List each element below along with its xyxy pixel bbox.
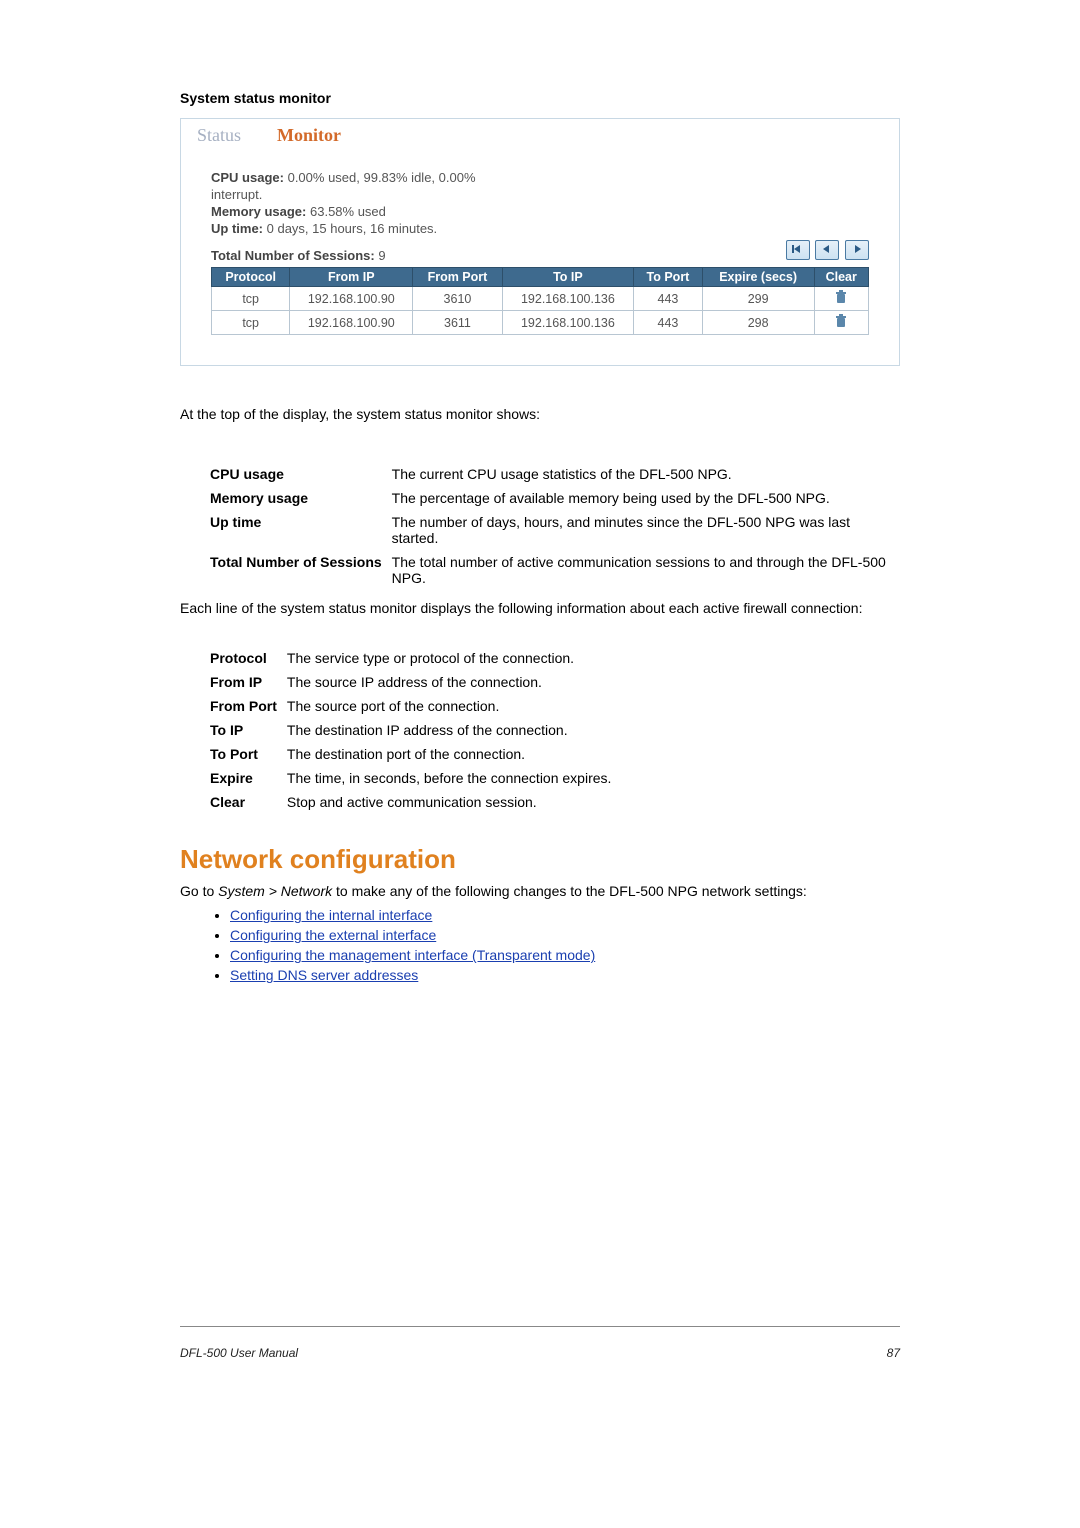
doc-link[interactable]: Configuring the external interface bbox=[230, 927, 436, 943]
col-to-port: To Port bbox=[634, 268, 703, 287]
definition-desc: The destination port of the connection. bbox=[287, 742, 622, 766]
paragraph-top-desc: At the top of the display, the system st… bbox=[180, 406, 900, 422]
definition-term: Up time bbox=[210, 510, 392, 550]
monitor-panel: Status Monitor CPU usage: 0.00% used, 99… bbox=[180, 118, 900, 366]
page-next-icon[interactable] bbox=[845, 240, 869, 260]
trash-icon[interactable] bbox=[833, 289, 849, 305]
table-row: tcp192.168.100.903611192.168.100.1364432… bbox=[212, 311, 869, 335]
definition-term: To IP bbox=[210, 718, 287, 742]
definition-row: From IPThe source IP address of the conn… bbox=[210, 670, 621, 694]
cell-from-ip: 192.168.100.90 bbox=[290, 287, 413, 311]
paragraph-cols-desc: Each line of the system status monitor d… bbox=[180, 600, 900, 616]
definition-term: Clear bbox=[210, 790, 287, 814]
tab-status[interactable]: Status bbox=[189, 123, 249, 148]
section-heading: System status monitor bbox=[180, 90, 900, 106]
cpu-usage-value: 0.00% used, 99.83% idle, 0.00% bbox=[288, 170, 476, 185]
cell-to-ip: 192.168.100.136 bbox=[502, 311, 633, 335]
cell-clear bbox=[814, 287, 869, 311]
col-protocol: Protocol bbox=[212, 268, 290, 287]
footer-divider bbox=[180, 1326, 900, 1327]
definition-row: To PortThe destination port of the conne… bbox=[210, 742, 621, 766]
definition-desc: The number of days, hours, and minutes s… bbox=[392, 510, 900, 550]
tab-monitor[interactable]: Monitor bbox=[269, 123, 349, 148]
list-item: Setting DNS server addresses bbox=[230, 967, 900, 983]
definition-term: Protocol bbox=[210, 646, 287, 670]
table-row: tcp192.168.100.903610192.168.100.1364432… bbox=[212, 287, 869, 311]
definition-desc: The time, in seconds, before the connect… bbox=[287, 766, 622, 790]
uptime-label: Up time: bbox=[211, 221, 263, 236]
definition-desc: Stop and active communication session. bbox=[287, 790, 622, 814]
definition-row: ExpireThe time, in seconds, before the c… bbox=[210, 766, 621, 790]
definition-row: ProtocolThe service type or protocol of … bbox=[210, 646, 621, 670]
definition-row: Up timeThe number of days, hours, and mi… bbox=[210, 510, 900, 550]
col-expire: Expire (secs) bbox=[702, 268, 814, 287]
cpu-usage-label: CPU usage: bbox=[211, 170, 284, 185]
cell-protocol: tcp bbox=[212, 287, 290, 311]
page-prev-icon[interactable] bbox=[815, 240, 839, 260]
definition-desc: The total number of active communication… bbox=[392, 550, 900, 590]
definition-term: To Port bbox=[210, 742, 287, 766]
network-intro: Go to System > Network to make any of th… bbox=[180, 883, 900, 899]
cell-from-ip: 192.168.100.90 bbox=[290, 311, 413, 335]
cell-from-port: 3610 bbox=[413, 287, 502, 311]
definition-row: CPU usageThe current CPU usage statistic… bbox=[210, 462, 900, 486]
col-from-port: From Port bbox=[413, 268, 502, 287]
col-clear: Clear bbox=[814, 268, 869, 287]
definition-term: Expire bbox=[210, 766, 287, 790]
cell-expire: 298 bbox=[702, 311, 814, 335]
definition-term: From Port bbox=[210, 694, 287, 718]
cell-from-port: 3611 bbox=[413, 311, 502, 335]
cell-to-port: 443 bbox=[634, 311, 703, 335]
definition-row: To IPThe destination IP address of the c… bbox=[210, 718, 621, 742]
definition-term: CPU usage bbox=[210, 462, 392, 486]
network-links-list: Configuring the internal interface Config… bbox=[230, 907, 900, 983]
definition-desc: The source port of the connection. bbox=[287, 694, 622, 718]
sessions-table: Protocol From IP From Port To IP To Port… bbox=[211, 267, 869, 335]
page-first-icon[interactable] bbox=[786, 240, 810, 260]
sessions-total-value: 9 bbox=[378, 248, 385, 263]
col-to-ip: To IP bbox=[502, 268, 633, 287]
cell-to-ip: 192.168.100.136 bbox=[502, 287, 633, 311]
definition-row: ClearStop and active communication sessi… bbox=[210, 790, 621, 814]
network-config-heading: Network configuration bbox=[180, 844, 900, 875]
definition-term: Total Number of Sessions bbox=[210, 550, 392, 590]
definition-term: Memory usage bbox=[210, 486, 392, 510]
top-defs-table: CPU usageThe current CPU usage statistic… bbox=[210, 462, 900, 590]
list-item: Configuring the external interface bbox=[230, 927, 900, 943]
definition-term: From IP bbox=[210, 670, 287, 694]
cell-clear bbox=[814, 311, 869, 335]
definition-desc: The service type or protocol of the conn… bbox=[287, 646, 622, 670]
cell-protocol: tcp bbox=[212, 311, 290, 335]
cell-to-port: 443 bbox=[634, 287, 703, 311]
list-item: Configuring the internal interface bbox=[230, 907, 900, 923]
doc-link[interactable]: Configuring the management interface (Tr… bbox=[230, 947, 595, 963]
cell-expire: 299 bbox=[702, 287, 814, 311]
doc-link[interactable]: Setting DNS server addresses bbox=[230, 967, 418, 983]
net-intro-post: to make any of the following changes to … bbox=[332, 883, 807, 899]
footer-title: DFL-500 User Manual bbox=[180, 1346, 298, 1360]
memory-usage-value: 63.58% used bbox=[310, 204, 386, 219]
list-item: Configuring the management interface (Tr… bbox=[230, 947, 900, 963]
page-number: 87 bbox=[887, 1346, 900, 1360]
definition-row: Total Number of SessionsThe total number… bbox=[210, 550, 900, 590]
col-defs-table: ProtocolThe service type or protocol of … bbox=[210, 646, 621, 814]
trash-icon[interactable] bbox=[833, 313, 849, 329]
definition-row: From PortThe source port of the connecti… bbox=[210, 694, 621, 718]
definition-desc: The current CPU usage statistics of the … bbox=[392, 462, 900, 486]
memory-usage-label: Memory usage: bbox=[211, 204, 306, 219]
doc-link[interactable]: Configuring the internal interface bbox=[230, 907, 432, 923]
col-from-ip: From IP bbox=[290, 268, 413, 287]
cpu-interrupt: interrupt. bbox=[211, 187, 869, 202]
sessions-total-label: Total Number of Sessions: bbox=[211, 248, 375, 263]
net-intro-breadcrumb: System > Network bbox=[218, 883, 332, 899]
uptime-value: 0 days, 15 hours, 16 minutes. bbox=[267, 221, 438, 236]
definition-desc: The destination IP address of the connec… bbox=[287, 718, 622, 742]
definition-desc: The percentage of available memory being… bbox=[392, 486, 900, 510]
definition-desc: The source IP address of the connection. bbox=[287, 670, 622, 694]
net-intro-pre: Go to bbox=[180, 883, 218, 899]
definition-row: Memory usageThe percentage of available … bbox=[210, 486, 900, 510]
